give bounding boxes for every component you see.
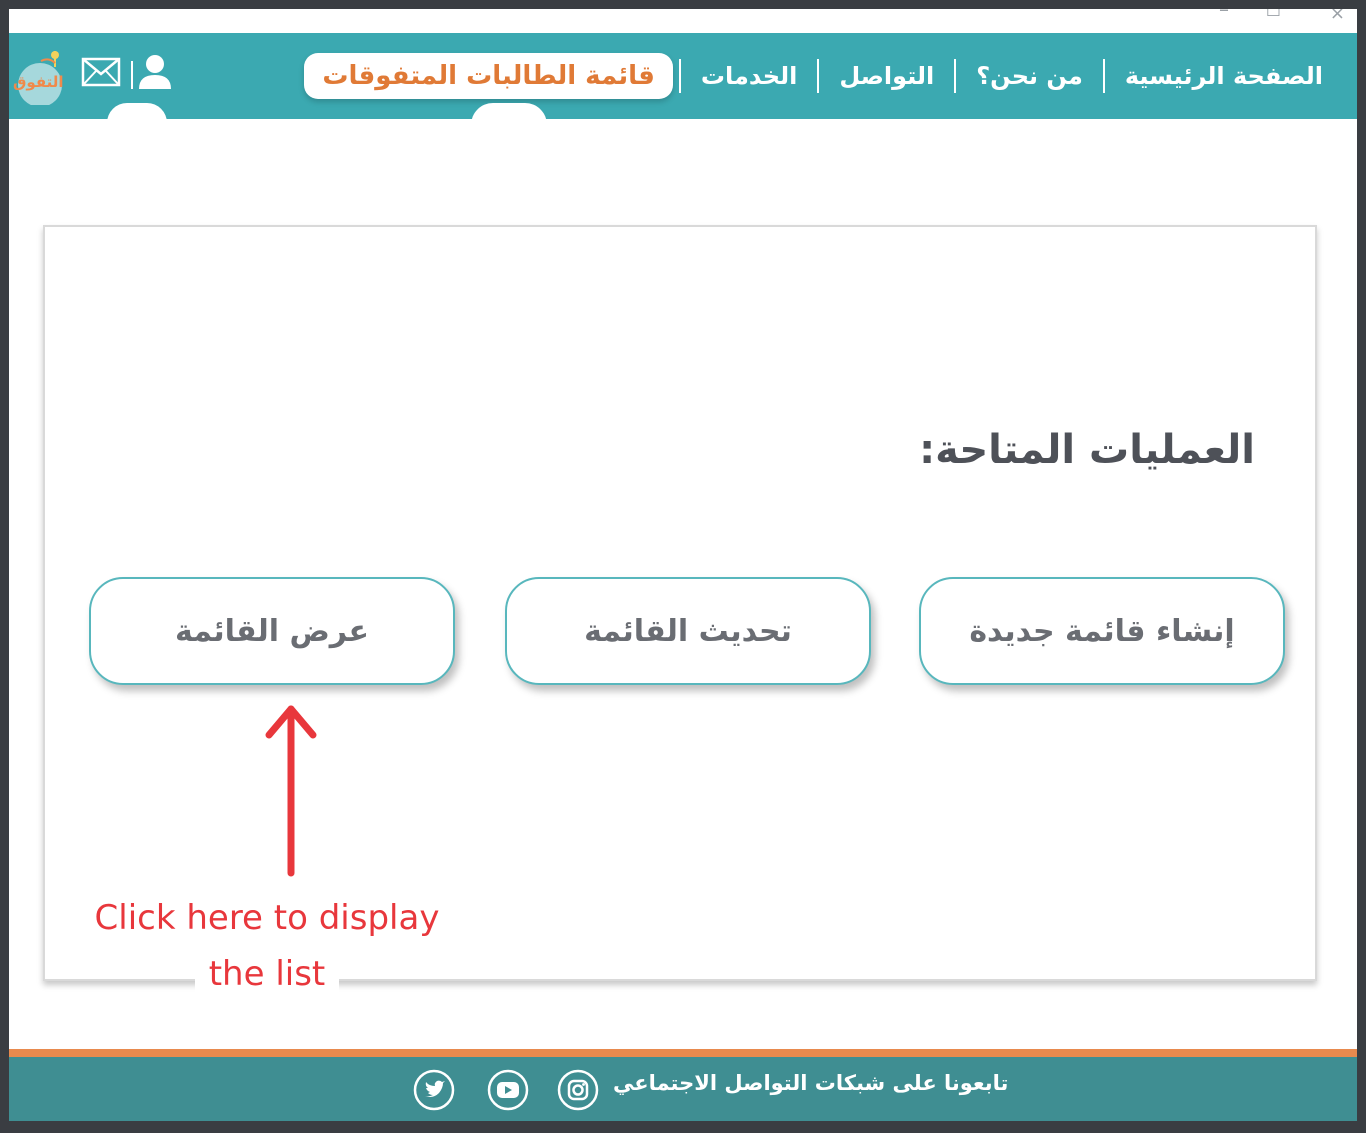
- update-list-button[interactable]: تحديث القائمة: [505, 577, 871, 685]
- user-icon[interactable]: [137, 53, 173, 91]
- nav-item-contact[interactable]: التواصل: [819, 62, 954, 90]
- nav-item-services[interactable]: الخدمات: [681, 62, 817, 90]
- maximize-button[interactable]: □: [1266, 9, 1281, 18]
- instagram-icon[interactable]: [557, 1069, 599, 1111]
- cloud-decoration: [107, 103, 167, 123]
- cloud-decoration: [471, 103, 547, 125]
- operations-panel: العمليات المتاحة: إنشاء قائمة جديدة تحدي…: [43, 225, 1317, 1001]
- window-controls: – □ ×: [1177, 9, 1357, 33]
- twitter-icon[interactable]: [413, 1069, 455, 1111]
- header-bar: الصفحة الرئيسية من نحن؟ التواصل الخدمات …: [9, 33, 1357, 125]
- annotation-arrow-icon: [265, 705, 317, 877]
- nav-divider: [1102, 59, 1105, 93]
- footer-bar: تابعونا على شبكات التواصل الاجتماعي: [9, 1057, 1357, 1121]
- annotation-text: Click here to display the list: [85, 891, 449, 1001]
- footer-accent-stripe: [9, 1049, 1357, 1057]
- nav-item-home[interactable]: الصفحة الرئيسية: [1105, 62, 1343, 90]
- mail-icon[interactable]: [81, 57, 121, 87]
- social-follow-text: تابعونا على شبكات التواصل الاجتماعي: [613, 1071, 1009, 1095]
- app-window: – □ × الصفحة الرئيسية من نحن؟ التواصل ال…: [9, 9, 1357, 1121]
- nav-divider: [678, 59, 681, 93]
- close-button[interactable]: ×: [1330, 9, 1345, 24]
- display-list-button[interactable]: عرض القائمة: [89, 577, 455, 685]
- annotation-line-1: Click here to display: [94, 898, 440, 938]
- nav-divider: [954, 59, 957, 93]
- create-new-list-button[interactable]: إنشاء قائمة جديدة: [919, 577, 1285, 685]
- nav-item-about[interactable]: من نحن؟: [956, 62, 1103, 90]
- operations-title: العمليات المتاحة:: [919, 427, 1255, 473]
- logo-text: التفوق: [13, 73, 64, 91]
- nav-divider: [817, 59, 820, 93]
- header-icons: التفوق: [9, 33, 179, 123]
- annotation-line-2: the list: [194, 947, 340, 1001]
- minimize-button[interactable]: –: [1219, 9, 1229, 21]
- nav-item-honor-list[interactable]: قائمة الطالبات المتفوقات: [304, 53, 673, 99]
- icon-divider: [131, 61, 133, 89]
- main-nav: الصفحة الرئيسية من نحن؟ التواصل الخدمات …: [298, 33, 1343, 119]
- youtube-icon[interactable]: [487, 1069, 529, 1111]
